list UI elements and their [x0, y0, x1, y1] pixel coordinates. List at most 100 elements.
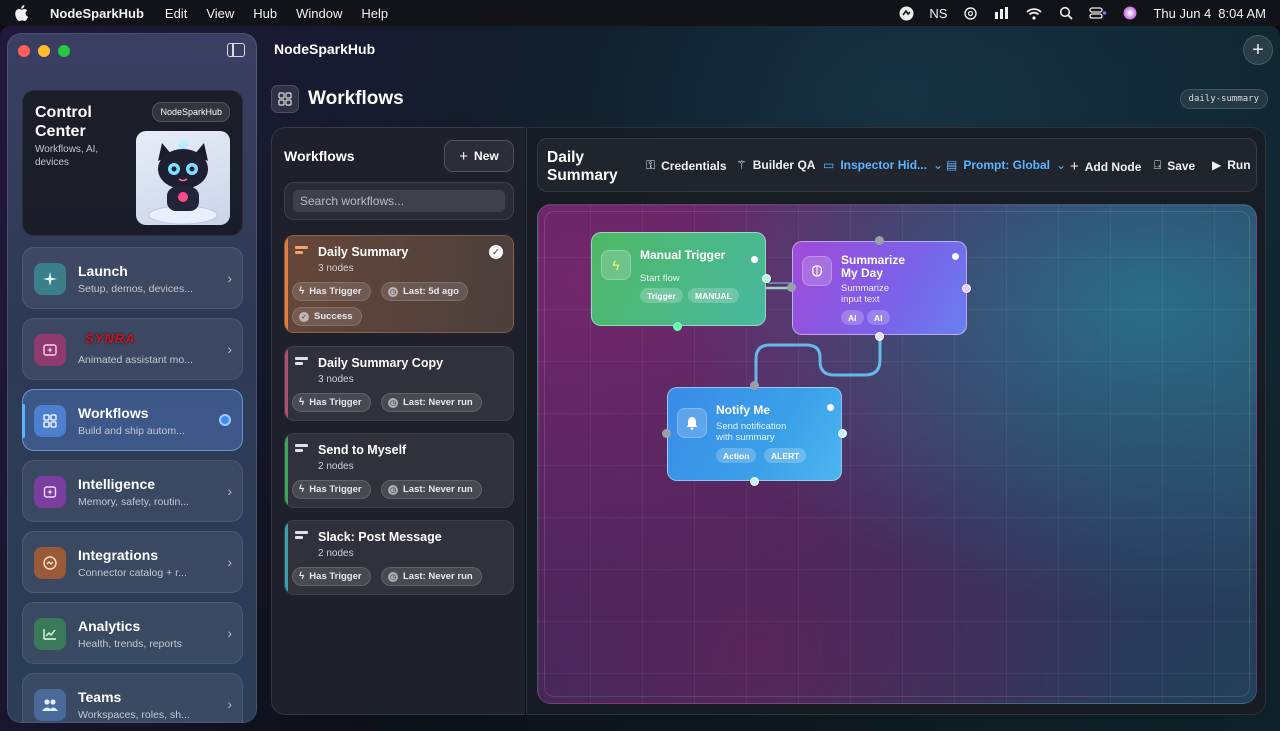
- control-center-card[interactable]: Control Center Workflows, AI, devices No…: [22, 90, 243, 236]
- grid-icon: [271, 85, 299, 113]
- new-label: New: [474, 149, 499, 163]
- port-notify-out[interactable]: [750, 477, 759, 486]
- sidebar-item-integrations[interactable]: Integrations Connector catalog + r... ›: [22, 531, 243, 593]
- close-button[interactable]: [18, 45, 30, 57]
- plus-icon: +: [459, 147, 469, 165]
- sidebar-item-assistant[interactable]: SYNRA Animated assistant mo... ›: [22, 318, 243, 380]
- apple-icon[interactable]: [14, 5, 32, 21]
- menu-help[interactable]: Help: [361, 6, 388, 21]
- sidebar-item-desc: Health, trends, reports: [78, 638, 182, 650]
- node-notify-me[interactable]: Notify Me Send notification with summary…: [667, 387, 842, 481]
- success-icon: ✓: [299, 311, 309, 322]
- menu-hub[interactable]: Hub: [253, 6, 277, 21]
- menu-window[interactable]: Window: [296, 6, 342, 21]
- port-trigger-out[interactable]: [673, 322, 682, 331]
- prompt-selector[interactable]: ▤ Prompt: Global ⌄: [946, 158, 1066, 172]
- port-notify-right[interactable]: [838, 429, 847, 438]
- sidebar-icon: ▭: [823, 158, 835, 172]
- last-run-badge: ◷ Last: Never run: [381, 480, 482, 499]
- panel-title: Workflows: [284, 148, 355, 164]
- search-icon[interactable]: [1057, 6, 1075, 20]
- sidebar-item-analytics[interactable]: Analytics Health, trends, reports ›: [22, 602, 243, 664]
- port-notify-in[interactable]: [750, 381, 759, 390]
- credentials-button[interactable]: ⚿ Credentials: [646, 158, 727, 173]
- port-summarize-in[interactable]: [787, 283, 796, 292]
- node-summarize-my-day[interactable]: Summarize My Day Summarize input text AI…: [792, 241, 967, 335]
- node-manual-trigger[interactable]: ϟ Manual Trigger Start flow Trigger MANU…: [591, 232, 766, 326]
- status-app-icon[interactable]: [897, 6, 915, 20]
- workflow-card-slack-post-message[interactable]: Slack: Post Message 2 nodes ϟ Has Trigger…: [284, 520, 514, 595]
- node-subtitle: Start flow: [640, 273, 680, 284]
- sidebar-item-desc: Animated assistant mo...: [78, 354, 193, 366]
- workflow-name: Slack: Post Message: [318, 530, 442, 544]
- control-center-chip: NodeSparkHub: [152, 102, 230, 122]
- workflow-card-daily-summary[interactable]: Daily Summary 3 nodes ✓ ϟ Has Trigger ◷ La…: [284, 235, 514, 333]
- sidebar-item-label: Intelligence: [78, 476, 156, 492]
- mascot-image: [136, 131, 230, 225]
- last-run-badge: ◷ Last: 5d ago: [381, 282, 468, 301]
- add-button[interactable]: +: [1243, 35, 1273, 65]
- workflow-card-send-to-myself[interactable]: Send to Myself 2 nodes ϟ Has Trigger ◷ Las…: [284, 433, 514, 508]
- new-workflow-button[interactable]: + New: [444, 140, 514, 172]
- active-indicator-icon: [219, 414, 231, 426]
- builder-qa-button[interactable]: ⚚ Builder QA: [736, 158, 815, 172]
- save-icon: ⍈: [1154, 158, 1162, 172]
- chevron-right-icon: ›: [227, 483, 232, 499]
- workflow-node-count: 3 nodes: [318, 374, 354, 385]
- node-title: Manual Trigger: [640, 248, 726, 262]
- inspector-toggle[interactable]: ▭ Inspector Hid... ⌄: [823, 158, 943, 172]
- node-status-dot: [751, 256, 758, 263]
- workflow-name: Daily Summary: [318, 245, 409, 259]
- sidebar-item-workflows[interactable]: Workflows Build and ship autom...: [22, 389, 243, 451]
- workflow-icon: [295, 246, 308, 258]
- node-type-badge: AI: [841, 310, 864, 325]
- sidebar-item-label: Launch: [78, 263, 128, 279]
- port-trigger-right[interactable]: [762, 274, 771, 283]
- status-ns[interactable]: NS: [929, 6, 947, 21]
- port-summarize-right[interactable]: [962, 284, 971, 293]
- workflow-canvas[interactable]: ϟ Manual Trigger Start flow Trigger MANU…: [537, 204, 1257, 704]
- workflow-icon: [295, 357, 308, 369]
- clock-date[interactable]: Thu Jun 4: [1153, 6, 1211, 21]
- workflow-editor: Daily Summary ⚿ Credentials ⚚ Builder QA ▭…: [526, 127, 1266, 715]
- last-run-badge: ◷ Last: Never run: [381, 567, 482, 586]
- sidebar-toggle-icon[interactable]: [227, 43, 245, 57]
- workflow-node-count: 3 nodes: [318, 263, 354, 274]
- zoom-button[interactable]: [58, 45, 70, 57]
- stats-icon[interactable]: [993, 6, 1011, 20]
- clock-icon: ◷: [388, 286, 398, 297]
- port-notify-left[interactable]: [662, 429, 671, 438]
- sidebar-item-intelligence[interactable]: Intelligence Memory, safety, routin... ›: [22, 460, 243, 522]
- people-icon: [34, 689, 66, 721]
- workflow-card-daily-summary-copy[interactable]: Daily Summary Copy 3 nodes ϟ Has Trigger …: [284, 346, 514, 421]
- sidebar-item-desc: Build and ship autom...: [78, 425, 185, 437]
- port-summarize-top[interactable]: [875, 236, 884, 245]
- workflow-node-count: 2 nodes: [318, 548, 354, 559]
- control-center-icon[interactable]: [1089, 6, 1107, 20]
- openai-icon[interactable]: [961, 6, 979, 20]
- grid-icon: [34, 405, 66, 437]
- sidebar-item-launch[interactable]: Launch Setup, demos, devices... ›: [22, 247, 243, 309]
- sidebar-item-label: Workflows: [78, 405, 149, 421]
- has-trigger-badge: ϟ Has Trigger: [292, 282, 371, 301]
- menu-view[interactable]: View: [206, 6, 234, 21]
- control-center-subtitle: Workflows, AI, devices: [35, 144, 99, 168]
- add-node-button[interactable]: + Add Node: [1070, 158, 1141, 175]
- run-button[interactable]: ▶ Run: [1212, 158, 1251, 172]
- menu-edit[interactable]: Edit: [165, 6, 187, 21]
- plus-icon: +: [1070, 158, 1079, 175]
- chevron-right-icon: ›: [227, 625, 232, 641]
- minimize-button[interactable]: [38, 45, 50, 57]
- menu-app-name[interactable]: NodeSparkHub: [50, 6, 144, 21]
- siri-icon[interactable]: [1121, 6, 1139, 20]
- save-button[interactable]: ⍈ Save: [1154, 158, 1195, 173]
- sidebar-item-teams[interactable]: Teams Workspaces, roles, sh... ›: [22, 673, 243, 722]
- node-kind-badge: ALERT: [764, 448, 807, 463]
- chevron-down-icon: ⌄: [1056, 158, 1067, 172]
- search-input[interactable]: [293, 190, 505, 212]
- wifi-icon[interactable]: [1025, 6, 1043, 20]
- search-box: [284, 182, 514, 220]
- clock-time[interactable]: 8:04 AM: [1218, 6, 1266, 21]
- synra-logo: SYNRA: [85, 331, 136, 346]
- port-summarize-out[interactable]: [875, 332, 884, 341]
